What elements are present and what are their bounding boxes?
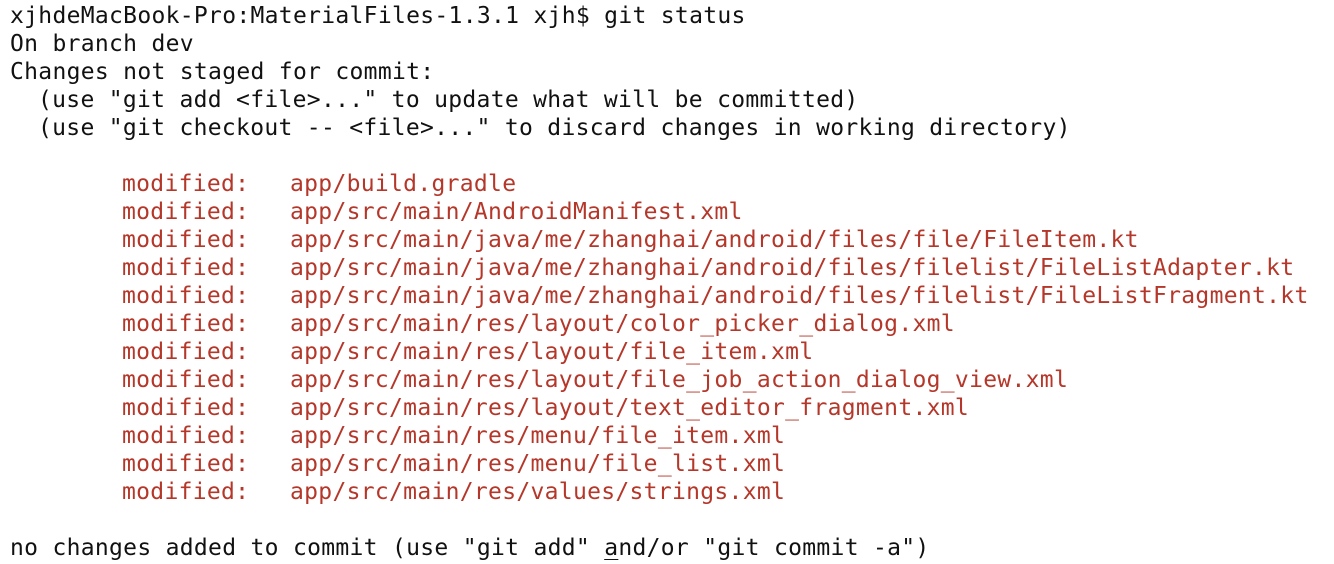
file-path: app/src/main/AndroidManifest.xml (290, 199, 743, 225)
hint-add-line: (use "git add <file>..." to update what … (38, 87, 859, 113)
modified-file-row: modified: app/src/main/res/values/string… (10, 478, 1330, 506)
file-path: app/src/main/res/layout/file_job_action_… (290, 367, 1069, 393)
modified-file-row: modified: app/src/main/res/layout/file_j… (10, 366, 1330, 394)
file-status: modified: (122, 171, 250, 197)
file-path: app/build.gradle (290, 171, 517, 197)
file-status: modified: (122, 367, 250, 393)
changes-header: Changes not staged for commit: (10, 59, 435, 85)
file-status: modified: (122, 479, 250, 505)
modified-file-row: modified: app/src/main/res/layout/file_i… (10, 338, 1330, 366)
text-cursor: a (604, 535, 619, 561)
file-path: app/src/main/java/me/zhanghai/android/fi… (290, 255, 1295, 281)
terminal-output: xjhdeMacBook-Pro:MaterialFiles-1.3.1 xjh… (10, 2, 1330, 562)
modified-file-row: modified: app/src/main/res/menu/file_ite… (10, 422, 1330, 450)
prompt-line: xjhdeMacBook-Pro:MaterialFiles-1.3.1 xjh… (10, 3, 746, 29)
branch-line: On branch dev (10, 31, 194, 57)
modified-file-row: modified: app/src/main/java/me/zhanghai/… (10, 282, 1330, 310)
file-status: modified: (122, 255, 250, 281)
file-path: app/src/main/res/values/strings.xml (290, 479, 786, 505)
file-status: modified: (122, 423, 250, 449)
modified-file-row: modified: app/src/main/AndroidManifest.x… (10, 198, 1330, 226)
file-status: modified: (122, 227, 250, 253)
footer-line: no changes added to commit (use "git add… (10, 534, 1330, 562)
file-status: modified: (122, 339, 250, 365)
footer-text-start: no changes added to commit (use "git add… (10, 535, 605, 561)
file-status: modified: (122, 395, 250, 421)
file-status: modified: (122, 283, 250, 309)
file-path: app/src/main/java/me/zhanghai/android/fi… (290, 227, 1139, 253)
file-status: modified: (122, 451, 250, 477)
file-path: app/src/main/res/layout/text_editor_frag… (290, 395, 970, 421)
modified-file-row: modified: app/src/main/java/me/zhanghai/… (10, 226, 1330, 254)
file-path: app/src/main/res/menu/file_list.xml (290, 451, 786, 477)
footer-text-end: nd/or "git commit -a") (618, 535, 930, 561)
modified-file-row: modified: app/src/main/res/layout/text_e… (10, 394, 1330, 422)
file-path: app/src/main/java/me/zhanghai/android/fi… (290, 283, 1309, 309)
file-status: modified: (122, 199, 250, 225)
modified-file-row: modified: app/src/main/res/layout/color_… (10, 310, 1330, 338)
modified-file-row: modified: app/build.gradle (10, 170, 1330, 198)
file-path: app/src/main/res/layout/color_picker_dia… (290, 311, 955, 337)
modified-file-row: modified: app/src/main/java/me/zhanghai/… (10, 254, 1330, 282)
file-status: modified: (122, 311, 250, 337)
modified-files-list: modified: app/build.gradle modified: app… (10, 170, 1330, 506)
hint-checkout-line: (use "git checkout -- <file>..." to disc… (38, 115, 1071, 141)
modified-file-row: modified: app/src/main/res/menu/file_lis… (10, 450, 1330, 478)
file-path: app/src/main/res/menu/file_item.xml (290, 423, 786, 449)
file-path: app/src/main/res/layout/file_item.xml (290, 339, 814, 365)
